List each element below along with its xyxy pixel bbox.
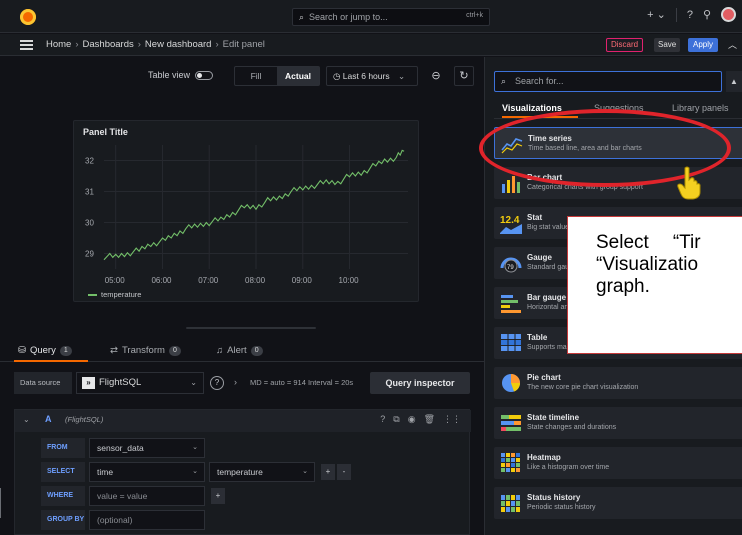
instruction-callout: Select “Tir “Visualizatio graph. [567,216,742,354]
pointer-hand-icon [677,166,701,200]
callout-line-3: graph. [596,276,650,297]
callout-line-2: “Visualizatio [596,254,699,275]
callout-line-1: Select “Tir [596,232,701,253]
